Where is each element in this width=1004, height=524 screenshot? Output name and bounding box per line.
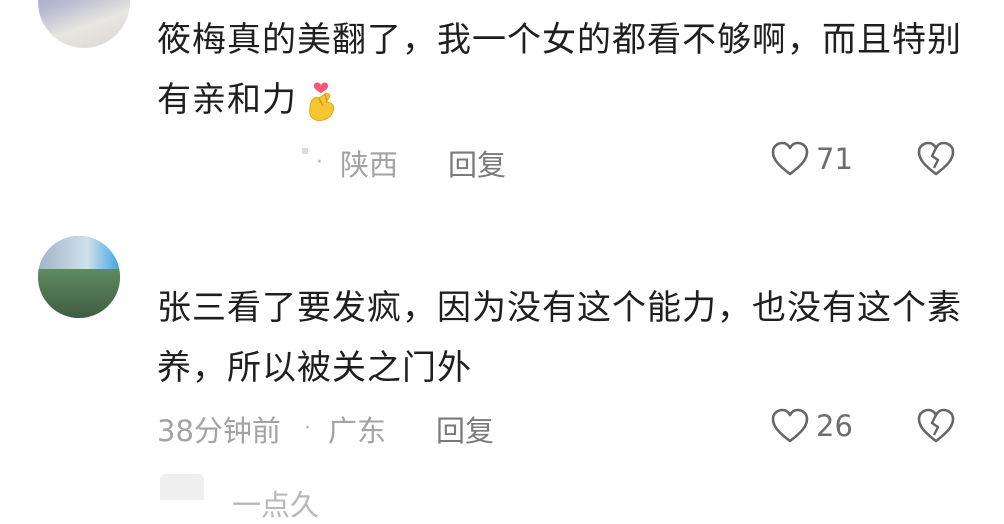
broken-heart-icon <box>916 408 956 449</box>
avatar-hill <box>38 268 120 318</box>
comment-location: 广东 <box>328 414 387 448</box>
comment-location: 陕西 <box>340 148 399 182</box>
reply-button[interactable]: 回复 <box>448 142 506 184</box>
reply-button[interactable]: 回复 <box>436 408 494 450</box>
avatar-sky <box>38 236 120 273</box>
like-count: 71 <box>816 142 853 176</box>
comment-time: 38分钟前 <box>157 414 281 448</box>
comment-body: 张三看了要发疯，因为没有这个能力，也没有这个素养，所以被关之门外 <box>157 288 962 388</box>
heart-icon <box>770 140 810 178</box>
comment-text: 筱梅真的美翻了，我一个女的都看不够啊，而且特别有亲和力 <box>157 10 977 130</box>
meta-separator: · <box>304 416 311 441</box>
like-count: 26 <box>816 409 853 443</box>
broken-heart-icon <box>916 141 956 182</box>
finger-heart-emoji-icon <box>301 80 341 124</box>
like-button[interactable]: 71 <box>770 140 853 178</box>
comment-body: 筱梅真的美翻了，我一个女的都看不够啊，而且特别有亲和力 <box>157 20 962 120</box>
dislike-button[interactable] <box>916 140 956 182</box>
reply-avatar[interactable] <box>160 474 204 500</box>
meta-separator: · <box>316 150 323 175</box>
hidden-time-placeholder <box>302 148 308 154</box>
reply-author-name: 一点久 <box>232 488 320 522</box>
heart-icon <box>770 407 810 445</box>
comment-text: 张三看了要发疯，因为没有这个能力，也没有这个素养，所以被关之门外 <box>157 278 977 398</box>
dislike-button[interactable] <box>916 407 956 449</box>
commenter-avatar[interactable] <box>38 236 120 318</box>
commenter-avatar[interactable] <box>38 0 130 48</box>
like-button[interactable]: 26 <box>770 407 853 445</box>
